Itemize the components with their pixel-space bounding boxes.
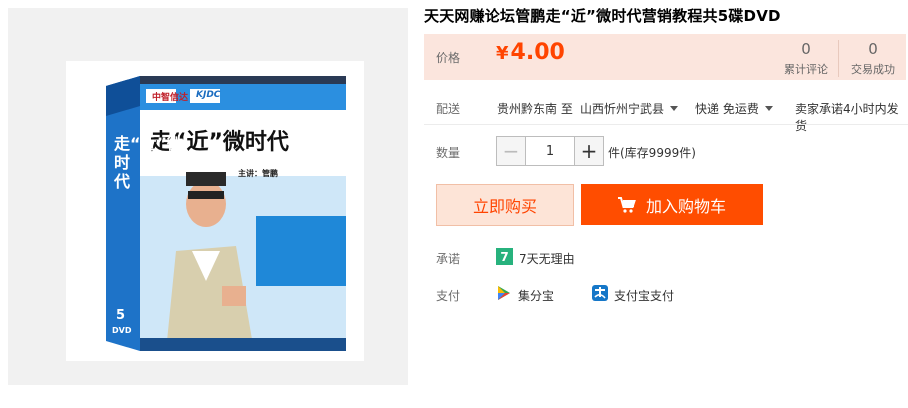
review-count: 0	[801, 40, 811, 58]
shipping-label: 配送	[436, 102, 461, 116]
quantity-input[interactable]: 1	[525, 137, 575, 165]
shipping-row: 配送 贵州黔东南 至 山西忻州宁武县 快递 免运费 卖家承诺4小时内发货	[424, 100, 908, 133]
add-to-cart-label: 加入购物车	[645, 196, 726, 216]
trade-count-stat[interactable]: 0 交易成功	[838, 40, 907, 77]
trade-count-label: 交易成功	[851, 63, 895, 76]
commitment-row: 承诺 7 7天无理由	[424, 248, 908, 268]
alipay-icon	[592, 285, 608, 301]
ship-to-select[interactable]: 山西忻州宁武县	[580, 100, 679, 117]
review-count-stat[interactable]: 0 累计评论	[772, 40, 840, 77]
payment-label: 支付	[436, 289, 461, 303]
ship-promise: 卖家承诺4小时内发货	[795, 102, 899, 133]
price-panel: 价格 ¥4.00 0 累计评论 0 交易成功	[424, 34, 906, 80]
product-image[interactable]: 中智信达 KJDC 走“近”微时代 主讲：管鹏 走“近”微时代 5 DVD	[66, 61, 364, 361]
trade-count: 0	[868, 40, 878, 58]
payment-row: 支付 集分宝 支付宝支付	[424, 285, 908, 305]
quantity-row: 数量 − 1 + 件(库存9999件)	[424, 136, 908, 166]
box-series-logo: KJDC	[196, 90, 221, 100]
chevron-down-icon	[670, 106, 679, 111]
divider	[424, 124, 908, 125]
price-label: 价格	[436, 51, 461, 65]
box-publisher-logo: 中智信达	[152, 93, 189, 103]
quantity-label: 数量	[436, 146, 461, 160]
jifenbao-icon	[496, 285, 512, 301]
box-presenter-line: 主讲：管鹏	[238, 169, 278, 178]
stock-text: 件(库存9999件)	[608, 146, 696, 160]
add-to-cart-button[interactable]: 加入购物车	[581, 184, 763, 225]
increase-quantity-button[interactable]: +	[575, 137, 603, 165]
commitment-label: 承诺	[436, 252, 461, 266]
commitment-text[interactable]: 7天无理由	[519, 250, 575, 267]
ship-from: 贵州黔东南 至	[497, 102, 573, 116]
seven-day-return-icon: 7	[496, 248, 513, 265]
box-spine-title: 走“近”微时代	[114, 134, 183, 191]
currency-symbol: ¥	[496, 43, 509, 64]
box-disc-format: DVD	[112, 326, 132, 335]
dvd-box-image: 中智信达 KJDC 走“近”微时代 主讲：管鹏 走“近”微时代 5 DVD	[106, 76, 346, 351]
product-title: 天天网赚论坛管鹏走“近”微时代营销教程共5碟DVD	[424, 7, 781, 25]
ship-method-select[interactable]: 快递 免运费	[695, 100, 773, 117]
quantity-stepper: − 1 +	[496, 136, 604, 166]
chevron-down-icon	[764, 106, 773, 111]
price-amount: 4.00	[510, 40, 565, 65]
ship-to-text: 山西忻州宁武县	[580, 102, 665, 116]
product-image-panel: 中智信达 KJDC 走“近”微时代 主讲：管鹏 走“近”微时代 5 DVD	[8, 8, 408, 385]
product-page: 中智信达 KJDC 走“近”微时代 主讲：管鹏 走“近”微时代 5 DVD 天天…	[0, 0, 908, 408]
ship-method-text: 快递 免运费	[695, 102, 759, 116]
price-value: ¥4.00	[496, 40, 565, 65]
payment-method-alipay[interactable]: 支付宝支付	[614, 287, 674, 304]
box-disc-count: 5	[116, 308, 126, 323]
buy-now-button[interactable]: 立即购买	[436, 184, 574, 226]
review-count-label: 累计评论	[784, 63, 828, 76]
cart-icon	[617, 196, 636, 213]
payment-method-jifenbao[interactable]: 集分宝	[518, 287, 554, 304]
decrease-quantity-button[interactable]: −	[497, 137, 525, 165]
